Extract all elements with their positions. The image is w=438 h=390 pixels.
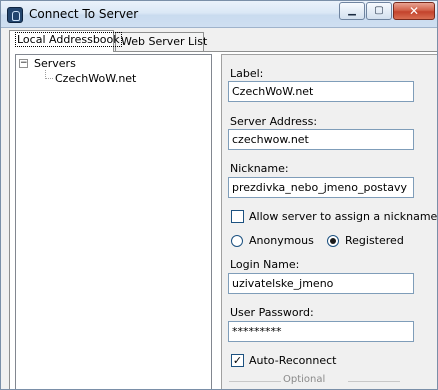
minimize-button[interactable]: ▁ — [339, 2, 365, 20]
maximize-icon: ▢ — [374, 5, 384, 16]
server-address-field[interactable]: czechwow.net — [228, 129, 414, 150]
tab-label: Local Addressbook — [15, 32, 122, 47]
label-caption: Label: — [230, 67, 264, 80]
nickname-caption: Nickname: — [230, 162, 289, 175]
assign-nickname-checkbox[interactable] — [231, 210, 244, 223]
tree-node-servers[interactable]: Servers — [34, 57, 76, 70]
tab-web-server-list[interactable]: Web Server List — [115, 32, 208, 51]
minimize-icon: ▁ — [348, 5, 356, 16]
tree-connector — [45, 78, 53, 79]
close-button[interactable]: ✕ — [393, 2, 435, 20]
auto-reconnect-label: Auto-Reconnect — [249, 354, 337, 367]
registered-radio[interactable] — [327, 235, 339, 247]
check-icon: ✓ — [232, 354, 243, 367]
user-password-caption: User Password: — [230, 306, 314, 319]
nickname-field[interactable]: prezdivka_nebo_jmeno_postavy — [228, 177, 414, 198]
maximize-button[interactable]: ▢ — [366, 2, 392, 20]
auto-reconnect-checkbox[interactable]: ✓ — [231, 354, 244, 367]
title-bar[interactable]: Connect To Server ▁ ▢ ✕ — [1, 1, 437, 28]
tab-label: Web Server List — [121, 35, 208, 48]
registered-label: Registered — [345, 234, 404, 247]
close-icon: ✕ — [408, 4, 420, 18]
tree-node-server[interactable]: CzechWoW.net — [55, 72, 136, 85]
anonymous-label: Anonymous — [249, 234, 314, 247]
caption-buttons: ▁ ▢ ✕ — [338, 2, 435, 20]
connect-to-server-window: Connect To Server ▁ ▢ ✕ Local Addressboo… — [0, 0, 438, 390]
server-address-caption: Server Address: — [230, 115, 318, 128]
assign-nickname-label: Allow server to assign a nickname — [249, 210, 438, 223]
divider-right — [348, 381, 400, 382]
divider-left — [229, 381, 281, 382]
server-tree[interactable] — [15, 54, 212, 389]
user-password-field[interactable]: ********* — [228, 321, 414, 342]
app-icon — [7, 7, 23, 23]
window-title: Connect To Server — [29, 7, 139, 21]
collapse-icon[interactable]: − — [19, 59, 28, 68]
anonymous-radio[interactable] — [231, 235, 243, 247]
login-name-caption: Login Name: — [230, 258, 300, 271]
optional-section-label: Optional — [283, 374, 326, 385]
login-name-field[interactable]: uzivatelske_jmeno — [228, 273, 414, 294]
tab-local-addressbook[interactable]: Local Addressbook — [9, 30, 122, 52]
label-field[interactable]: CzechWoW.net — [228, 81, 414, 102]
